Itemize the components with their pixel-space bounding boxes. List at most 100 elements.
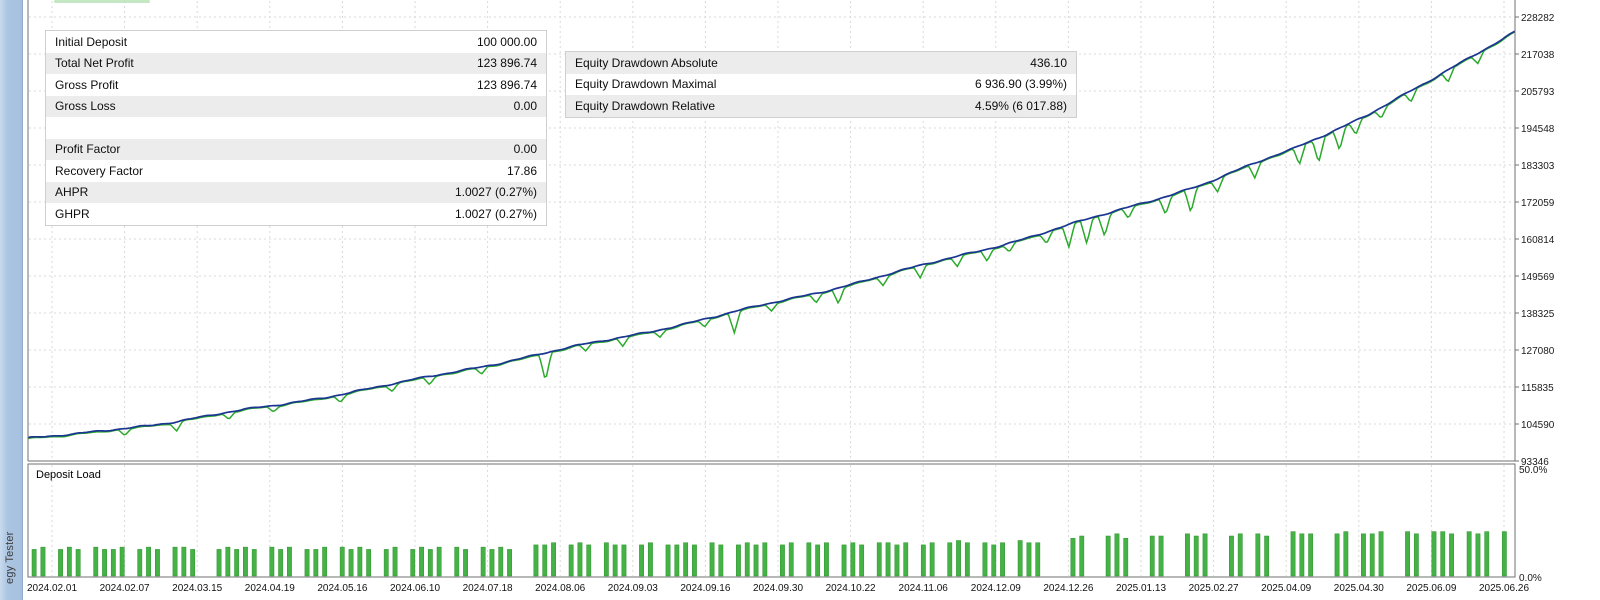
deposit-load-bar [173,547,177,576]
deposit-load-bar [393,547,397,576]
deposit-scale-max: 50.0% [1519,465,1547,476]
stats-table-profit: Initial Deposit100 000.00Total Net Profi… [45,30,547,226]
deposit-load-bar [965,543,969,576]
deposit-load-bar [763,543,767,576]
deposit-load-bar [551,543,555,576]
stat-label: Gross Profit [55,78,118,92]
deposit-load-bar [182,547,186,576]
deposit-load-bar [1229,536,1233,576]
deposit-load-bar [1335,534,1339,576]
stat-row: Profit Factor0.00 [46,139,546,161]
x-axis-label: 2024.09.30 [753,583,803,594]
deposit-load-bar [463,549,467,576]
deposit-load-bar [948,543,952,576]
x-axis-label: 2024.07.18 [463,583,513,594]
y-axis-label: 183303 [1521,161,1555,172]
x-axis-label: 2025.04.09 [1261,583,1311,594]
deposit-load-bar [279,549,283,576]
deposit-load-bar [1150,536,1154,576]
stat-row: Equity Drawdown Maximal6 936.90 (3.99%) [566,74,1076,96]
deposit-load-bar [1300,534,1304,576]
deposit-load-bar [340,547,344,576]
deposit-load-bar [314,549,318,576]
deposit-load-bar [1361,534,1365,576]
stat-row: Recovery Factor17.86 [46,160,546,182]
stat-label: Total Net Profit [55,56,134,70]
deposit-load-bar [1194,536,1198,576]
deposit-load-bar [1502,532,1506,576]
deposit-load-bar [252,549,256,576]
deposit-load-bar [842,545,846,576]
x-axis-label: 2024.12.09 [971,583,1021,594]
deposit-load-bar [1106,536,1110,576]
deposit-load-bar [789,543,793,576]
strategy-tester-report-window: egy Tester Deposit Load 228282 217038 20579… [0,0,1600,600]
deposit-load-bar [904,543,908,576]
stat-row: AHPR1.0027 (0.27%) [46,182,546,204]
deposit-scale-min: 0.0% [1519,573,1542,584]
deposit-load-bar [367,549,371,576]
deposit-load-bar [1432,532,1436,576]
deposit-load-bar [1414,534,1418,576]
y-axis-label: 172059 [1521,198,1555,209]
sidebar-tab-label: egy Tester [4,412,16,584]
x-axis-label: 2025.06.09 [1406,583,1456,594]
stat-label: Equity Drawdown Relative [575,99,715,113]
x-axis-label: 2024.08.06 [535,583,585,594]
stat-row: Gross Profit123 896.74 [46,74,546,96]
deposit-load-bar [1309,534,1313,576]
deposit-load-bar [1344,532,1348,576]
strategy-tester-sidebar-tab[interactable]: egy Tester [0,0,23,600]
stat-value: 0.00 [514,99,537,113]
deposit-load-bar [604,543,608,576]
deposit-load-bar [419,547,423,576]
stat-row: Equity Drawdown Absolute436.10 [566,52,1076,74]
deposit-load-bar [305,549,309,576]
deposit-load-bar [67,547,71,576]
deposit-load-bar [1036,543,1040,576]
deposit-load-bar [1370,534,1374,576]
x-axis-label: 2024.09.16 [680,583,730,594]
stat-value: 1.0027 (0.27%) [455,185,537,199]
deposit-load-bar [1291,532,1295,576]
deposit-load-bar [1115,534,1119,576]
deposit-load-bar [710,543,714,576]
deposit-load-bar [578,543,582,576]
x-axis-label: 2024.04.19 [245,583,295,594]
deposit-load-bar [270,547,274,576]
y-axis-label: 217038 [1521,50,1555,61]
deposit-load-bar [719,545,723,576]
deposit-load-bar [1018,541,1022,577]
deposit-load-bar [648,543,652,576]
x-axis-label: 2025.02.27 [1189,583,1239,594]
deposit-load-bar [930,543,934,576]
stat-value: 0.00 [514,142,537,156]
deposit-load-bar [992,545,996,576]
deposit-load-bar [76,549,80,576]
x-axis-label: 2024.10.22 [826,583,876,594]
x-axis-label: 2025.06.26 [1479,583,1529,594]
deposit-load-bar [102,549,106,576]
y-axis-label: 228282 [1521,13,1555,24]
deposit-load-bar [684,543,688,576]
x-axis-label: 2024.02.01 [27,583,77,594]
stat-value: 123 896.74 [477,56,537,70]
deposit-load-bar [384,549,388,576]
deposit-load-bar [1467,532,1471,576]
deposit-load-bar [428,549,432,576]
deposit-load-bar [1000,543,1004,576]
y-axis-label: 115835 [1521,383,1554,394]
deposit-load-bar [534,545,538,576]
deposit-load-bar [587,545,591,576]
deposit-load-bar [1080,536,1084,576]
deposit-load-bar [1071,538,1075,576]
deposit-load-bar [622,545,626,576]
deposit-load-bar [1124,538,1128,576]
deposit-load-panel: Deposit Load [32,469,1507,576]
deposit-load-bar [736,545,740,576]
deposit-load-bar [754,545,758,576]
deposit-load-bar [287,547,291,576]
y-axis-label: 205793 [1521,87,1555,98]
stat-value: 1.0027 (0.27%) [455,207,537,221]
deposit-load-bar [824,543,828,576]
